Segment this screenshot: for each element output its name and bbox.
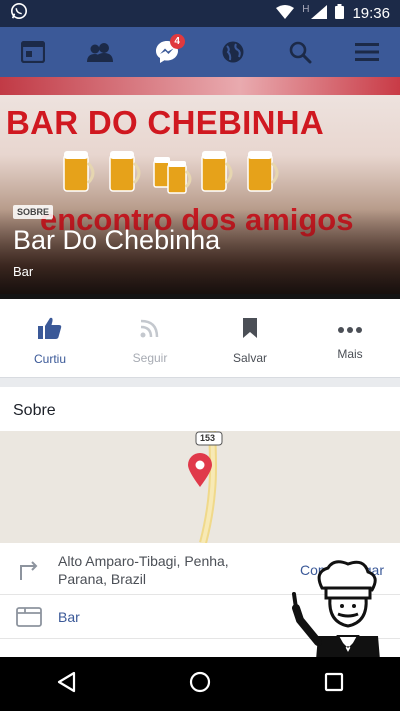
bookmark-icon bbox=[243, 317, 257, 343]
map-pin-icon bbox=[188, 453, 212, 492]
thumbs-up-icon bbox=[38, 317, 62, 344]
news-feed-icon[interactable] bbox=[13, 32, 53, 72]
friends-icon[interactable] bbox=[80, 32, 120, 72]
save-label: Salvar bbox=[232, 350, 267, 365]
battery-icon bbox=[335, 4, 345, 23]
system-navigation-bar bbox=[0, 657, 400, 711]
cover-photo[interactable]: BAR DO CHEBINHA encontro dos amigos SO bbox=[0, 77, 400, 299]
wifi-icon bbox=[276, 4, 295, 23]
rss-icon bbox=[140, 318, 160, 343]
like-button[interactable]: Curtiu bbox=[0, 299, 100, 377]
follow-button[interactable]: Seguir bbox=[100, 299, 200, 377]
cover-title-text: BAR DO CHEBINHA bbox=[6, 104, 324, 141]
messenger-badge: 4 bbox=[169, 34, 185, 49]
whatsapp-icon bbox=[10, 2, 28, 25]
more-button[interactable]: Mais bbox=[300, 299, 400, 377]
home-icon[interactable] bbox=[189, 671, 211, 698]
beer-mugs-icon bbox=[63, 151, 279, 194]
category-link[interactable]: Bar bbox=[58, 609, 80, 625]
more-icon bbox=[338, 321, 362, 339]
like-label: Curtiu bbox=[33, 351, 66, 366]
route-shield: 153 bbox=[200, 433, 216, 443]
recents-icon[interactable] bbox=[324, 672, 344, 697]
page-category[interactable]: Bar bbox=[13, 264, 33, 279]
top-navbar: 4 bbox=[0, 27, 400, 77]
back-icon[interactable] bbox=[56, 671, 76, 698]
follow-label: Seguir bbox=[132, 350, 168, 365]
signal-icon bbox=[311, 4, 328, 23]
search-icon[interactable] bbox=[280, 32, 320, 72]
save-button[interactable]: Salvar bbox=[200, 299, 300, 377]
cover-top-banner bbox=[0, 77, 400, 95]
messenger-icon[interactable]: 4 bbox=[147, 32, 187, 72]
status-bar: H 19:36 bbox=[0, 0, 400, 27]
page-action-bar: Curtiu Seguir Salvar Mais bbox=[0, 299, 400, 377]
more-label: Mais bbox=[337, 347, 363, 361]
map-view[interactable]: 153 bbox=[0, 431, 400, 543]
category-icon bbox=[0, 607, 58, 627]
clock: 19:36 bbox=[352, 5, 390, 22]
globe-icon[interactable] bbox=[213, 32, 253, 72]
menu-icon[interactable] bbox=[347, 32, 387, 72]
directions-arrow-icon bbox=[0, 559, 58, 581]
page-title: Bar Do Chebinha bbox=[13, 225, 221, 255]
address-text: Alto Amparo-Tibagi, Penha, Parana, Brazi… bbox=[58, 552, 229, 587]
network-type: H bbox=[302, 4, 310, 15]
about-badge: SOBRE bbox=[13, 205, 54, 219]
section-divider bbox=[0, 377, 400, 387]
about-title: Sobre bbox=[13, 402, 56, 419]
